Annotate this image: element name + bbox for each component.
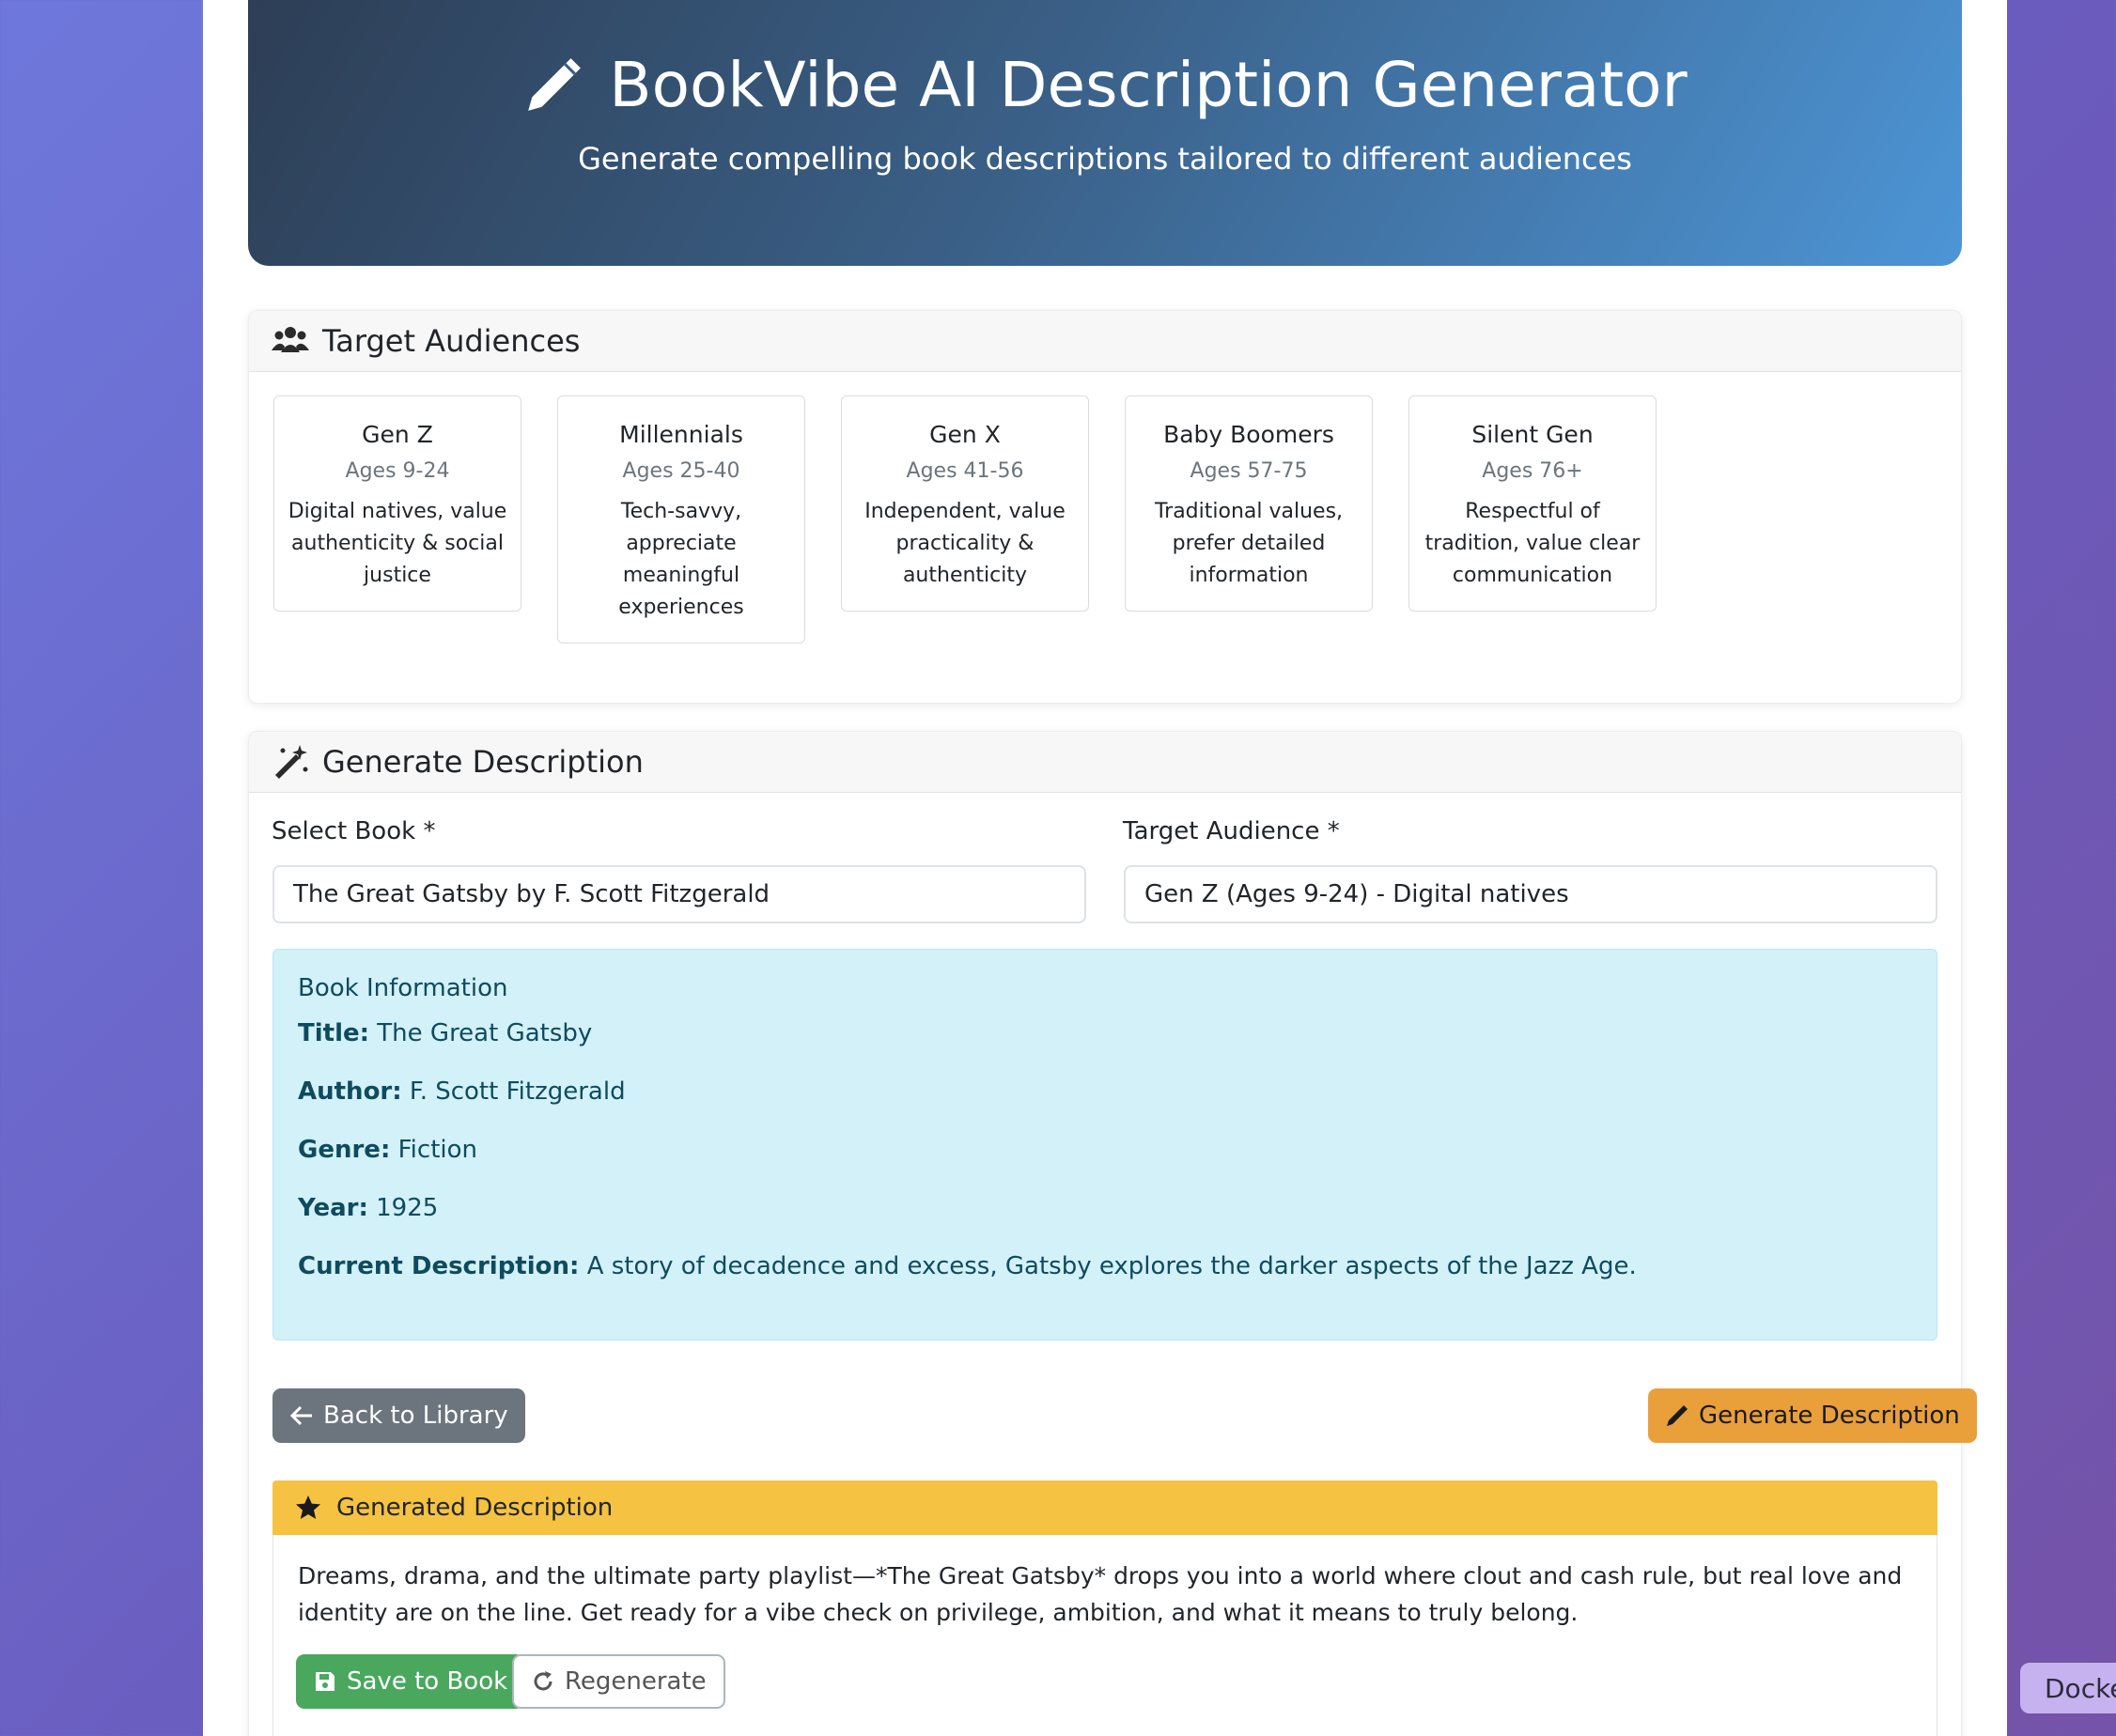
refresh-icon [534, 1671, 552, 1691]
magic-wand-icon [275, 745, 308, 779]
audience-name: Gen X [929, 421, 1001, 448]
book-info-genre: Genre: Fiction [298, 1136, 1912, 1164]
book-info-title: Title: The Great Gatsby [298, 1019, 1912, 1047]
audience-card-silent-gen[interactable]: Silent Gen Ages 76+ Respectful of tradit… [1408, 395, 1657, 612]
page-subtitle: Generate compelling book descriptions ta… [578, 141, 1632, 177]
audience-ages: Ages 9-24 [345, 459, 450, 483]
generated-heading: Generated Description [336, 1494, 614, 1522]
save-label: Save to Book [347, 1667, 508, 1696]
pencil-icon [528, 57, 582, 111]
description-label: Current Description: [298, 1252, 580, 1280]
generate-card-header: Generate Description [249, 732, 1961, 793]
audience-name: Gen Z [362, 421, 433, 448]
year-value: 1925 [376, 1194, 439, 1222]
genre-value: Fiction [397, 1136, 477, 1164]
arrow-left-icon [289, 1405, 312, 1426]
audience-name: Millennials [619, 421, 743, 448]
audience-name: Silent Gen [1471, 421, 1594, 448]
book-select[interactable]: The Great Gatsby by F. Scott Fitzgerald [272, 865, 1086, 923]
docker-tab-label: Docker [2045, 1672, 2116, 1704]
back-label: Back to Library [323, 1402, 508, 1430]
audience-card-gen-x[interactable]: Gen X Ages 41-56 Independent, value prac… [841, 395, 1089, 612]
title-label: Title: [298, 1019, 370, 1047]
docker-extension-tab[interactable]: Docker [2020, 1663, 2116, 1713]
main-container: BookVibe AI Description Generator Genera… [203, 0, 2007, 1736]
save-to-book-button[interactable]: Save to Book [296, 1654, 525, 1709]
audience-name: Baby Boomers [1163, 421, 1334, 448]
users-icon [272, 327, 309, 352]
regenerate-label: Regenerate [565, 1667, 707, 1696]
page-title: BookVibe AI Description Generator [248, 49, 1962, 121]
pencil-icon [1667, 1405, 1688, 1426]
genre-label: Genre: [298, 1136, 391, 1164]
audiences-card: Target Audiences Gen Z Ages 9-24 Digital… [248, 310, 1962, 704]
generated-text: Dreams, drama, and the ultimate party pl… [298, 1562, 1903, 1626]
description-value: A story of decadence and excess, Gatsby … [586, 1252, 1637, 1280]
target-audience-label: Target Audience * [1123, 817, 1340, 845]
save-icon [316, 1672, 335, 1691]
title-value: The Great Gatsby [377, 1019, 593, 1047]
audience-ages: Ages 76+ [1482, 459, 1583, 483]
audiences-card-header: Target Audiences [249, 311, 1961, 372]
generate-description-button[interactable]: Generate Description [1648, 1388, 1977, 1443]
book-info-author: Author: F. Scott Fitzgerald [298, 1077, 1912, 1106]
book-info-year: Year: 1925 [298, 1194, 1912, 1222]
book-info-description: Current Description: A story of decadenc… [298, 1252, 1912, 1280]
audience-ages: Ages 25-40 [622, 459, 740, 483]
audience-desc: Respectful of tradition, value clear com… [1424, 500, 1641, 587]
audience-ages: Ages 41-56 [906, 459, 1024, 483]
book-info-panel: Book Information Title: The Great Gatsby… [272, 949, 1937, 1341]
generate-title: Generate Description [322, 744, 644, 780]
back-to-library-button[interactable]: Back to Library [272, 1388, 525, 1443]
audiences-title: Target Audiences [322, 323, 581, 359]
audience-card-millennials[interactable]: Millennials Ages 25-40 Tech-savvy, appre… [557, 395, 805, 643]
audience-card-baby-boomers[interactable]: Baby Boomers Ages 57-75 Traditional valu… [1125, 395, 1373, 612]
page-title-text: BookVibe AI Description Generator [609, 49, 1688, 121]
book-info-heading: Book Information [298, 974, 508, 1002]
author-label: Author: [298, 1077, 402, 1106]
audience-select[interactable]: Gen Z (Ages 9-24) - Digital natives [1124, 865, 1937, 923]
audience-desc: Independent, value practicality & authen… [864, 500, 1066, 587]
star-icon [296, 1496, 320, 1519]
year-label: Year: [298, 1194, 368, 1222]
audience-desc: Digital natives, value authenticity & so… [288, 500, 507, 587]
audience-ages: Ages 57-75 [1190, 459, 1308, 483]
author-value: F. Scott Fitzgerald [409, 1077, 626, 1106]
select-book-label: Select Book * [272, 817, 436, 845]
hero-banner: BookVibe AI Description Generator Genera… [248, 0, 1962, 266]
generated-description-header: Generated Description [272, 1480, 1937, 1535]
audience-card-gen-z[interactable]: Gen Z Ages 9-24 Digital natives, value a… [273, 395, 521, 612]
generate-label: Generate Description [1699, 1402, 1960, 1430]
regenerate-button[interactable]: Regenerate [512, 1654, 725, 1709]
audience-desc: Traditional values, prefer detailed info… [1154, 500, 1344, 587]
audience-desc: Tech-savvy, appreciate meaningful experi… [618, 500, 744, 619]
